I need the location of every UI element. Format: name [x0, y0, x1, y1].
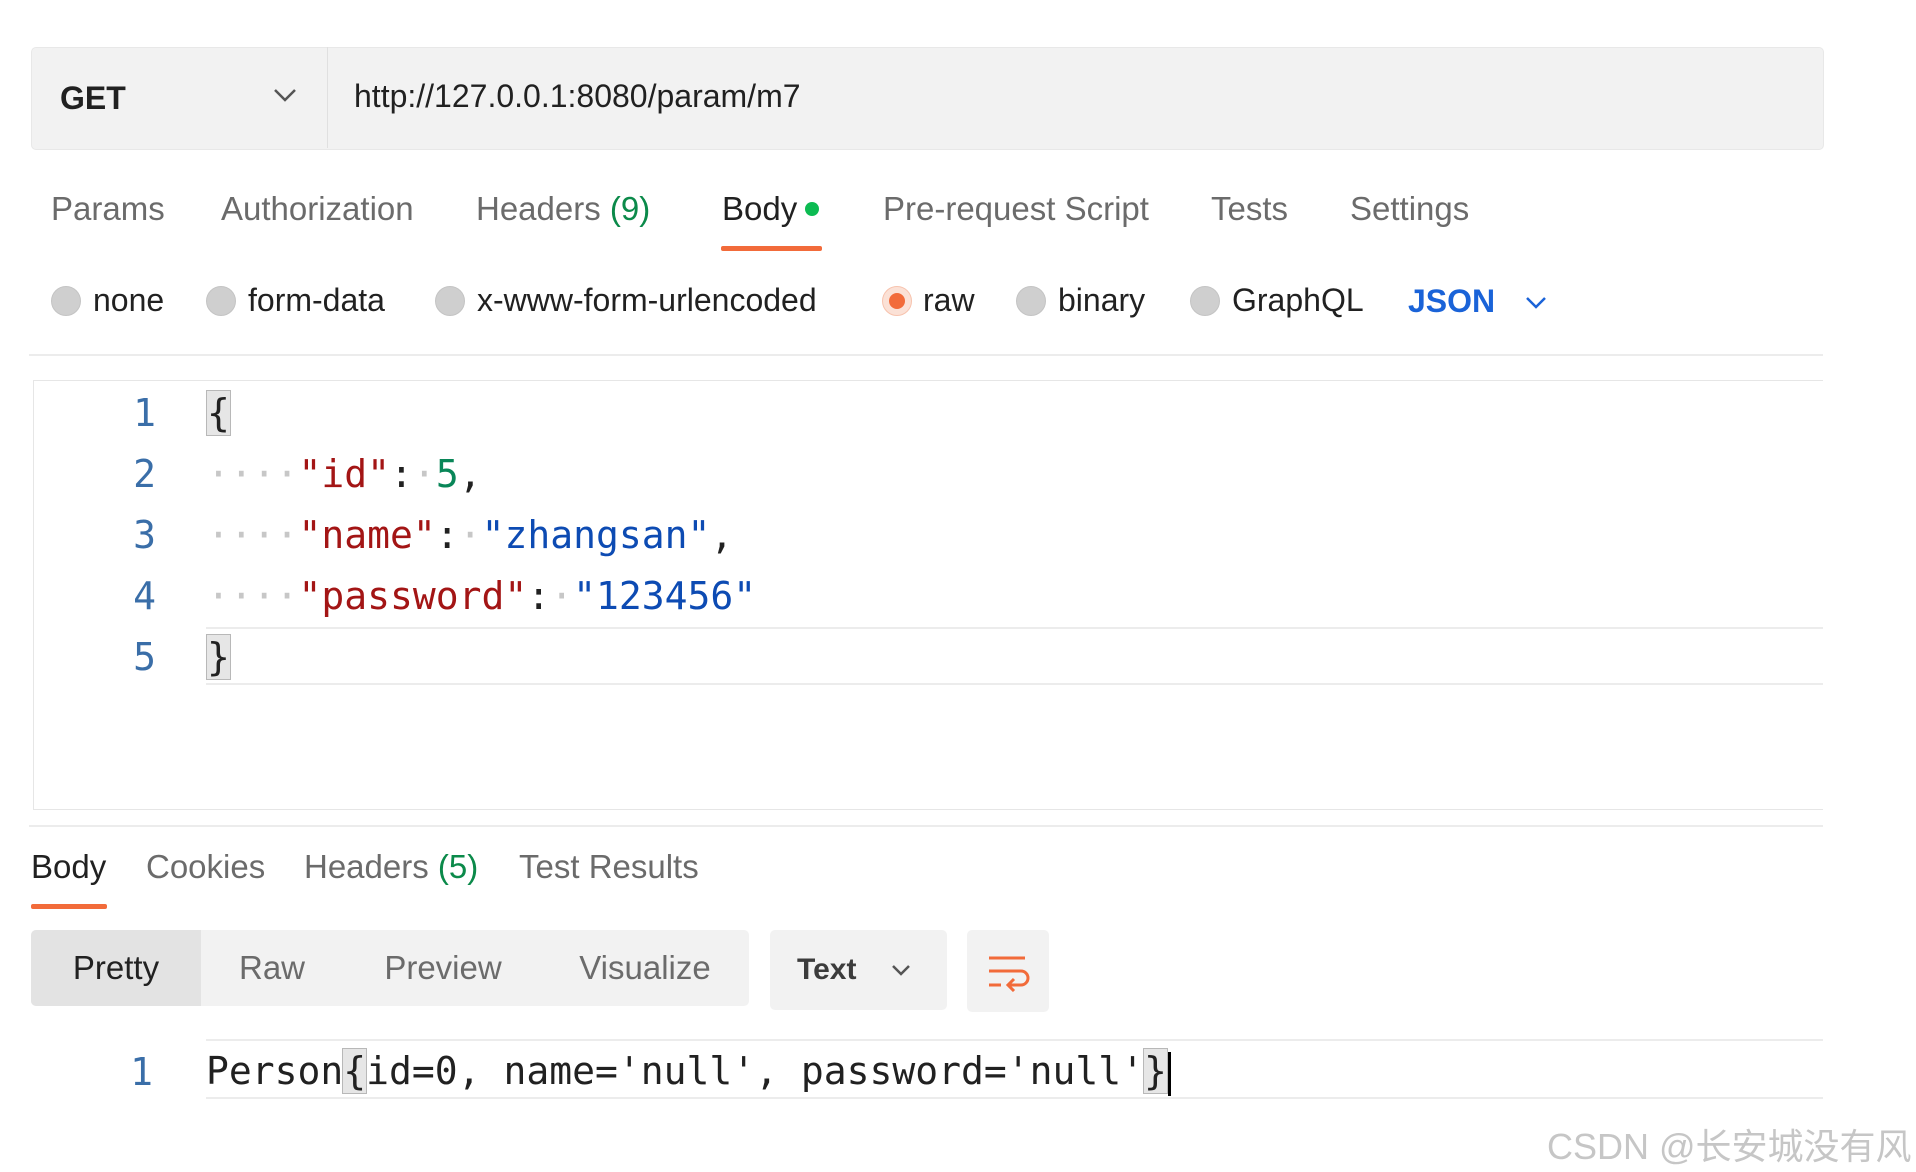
url-input[interactable]: http://127.0.0.1:8080/param/m7	[354, 78, 801, 115]
json-colon: :	[527, 574, 551, 618]
text-cursor	[1167, 1051, 1171, 1096]
tab-body-label: Body	[722, 190, 798, 227]
tab-body[interactable]: Body	[722, 190, 820, 228]
tab-headers-label: Headers	[476, 190, 601, 227]
line-number: 1	[133, 391, 156, 435]
chevron-down-icon[interactable]	[890, 963, 912, 978]
tab-authorization[interactable]: Authorization	[221, 190, 414, 228]
response-close-brace: }	[1143, 1048, 1168, 1094]
radio-graphql[interactable]	[1190, 286, 1220, 316]
line-number: 5	[133, 635, 156, 679]
method-label: GET	[60, 80, 126, 116]
response-tab-body[interactable]: Body	[31, 848, 106, 886]
json-comma: ,	[710, 513, 734, 557]
code-line: ····"name":·"zhangsan",	[207, 513, 734, 557]
indent-marker: ····	[207, 574, 299, 618]
current-line-highlight	[206, 627, 1823, 685]
code-line: }	[206, 634, 231, 680]
json-value: 5	[435, 452, 459, 496]
line-number: 3	[133, 513, 156, 557]
json-value: "zhangsan"	[481, 513, 711, 557]
response-prefix: Person	[206, 1049, 344, 1093]
radio-raw-label: raw	[923, 282, 975, 318]
tab-settings[interactable]: Settings	[1350, 190, 1469, 228]
radio-binary[interactable]	[1016, 286, 1046, 316]
code-line: ····"id":·5,	[207, 452, 482, 496]
json-value: "123456"	[573, 574, 757, 618]
radio-graphql-label: GraphQL	[1232, 282, 1364, 318]
watermark: CSDN @长安城没有风	[1547, 1126, 1912, 1167]
tab-tests[interactable]: Tests	[1211, 190, 1288, 228]
headers-count: (5)	[437, 848, 479, 885]
body-modified-dot	[805, 202, 820, 217]
indent-marker: ····	[207, 513, 299, 557]
wrap-lines-icon	[989, 956, 1030, 992]
json-key: "password"	[298, 574, 528, 618]
radio-none-label: none	[93, 282, 165, 318]
json-open-brace: {	[206, 390, 231, 436]
response-open-brace: {	[342, 1048, 368, 1094]
response-tab-headers[interactable]: Headers (5)	[304, 848, 478, 886]
response-content: id=0, name='null', password='null'	[366, 1049, 1145, 1093]
view-raw-button[interactable]: Raw	[212, 930, 332, 1006]
line-number: 2	[133, 452, 156, 496]
response-body-line[interactable]: Person{id=0, name='null', password='null…	[206, 1048, 1171, 1096]
view-visualize-button[interactable]: Visualize	[560, 930, 730, 1006]
chevron-down-icon[interactable]	[1524, 295, 1548, 311]
json-comma: ,	[458, 452, 482, 496]
headers-count: (9)	[609, 190, 651, 227]
tab-params[interactable]: Params	[51, 190, 165, 228]
radio-form-data[interactable]	[206, 286, 236, 316]
tab-headers[interactable]: Headers (9)	[476, 190, 650, 228]
radio-urlencoded[interactable]	[435, 286, 465, 316]
json-key: "id"	[298, 452, 391, 496]
response-tab-cookies[interactable]: Cookies	[146, 848, 265, 886]
view-preview-button[interactable]: Preview	[368, 930, 518, 1006]
json-close-brace: }	[206, 634, 231, 680]
indent-marker: ····	[207, 452, 299, 496]
raw-format-select[interactable]: JSON	[1408, 283, 1495, 320]
response-tab-headers-label: Headers	[304, 848, 429, 885]
radio-urlencoded-label: x-www-form-urlencoded	[477, 282, 817, 318]
radio-raw[interactable]	[882, 286, 912, 316]
json-colon: :	[390, 452, 413, 496]
radio-none[interactable]	[51, 286, 81, 316]
json-colon: :	[435, 513, 459, 557]
json-key: "name"	[298, 513, 436, 557]
code-line: ····"password":·"123456"	[207, 574, 757, 618]
response-tab-test-results[interactable]: Test Results	[519, 848, 699, 886]
divider	[29, 825, 1823, 827]
radio-binary-label: binary	[1058, 282, 1146, 318]
radio-form-data-label: form-data	[248, 282, 385, 318]
line-number: 4	[133, 574, 156, 618]
divider	[29, 354, 1823, 356]
response-line-number: 1	[130, 1050, 153, 1094]
response-format-label: Text	[797, 953, 857, 986]
active-tab-underline	[31, 904, 107, 909]
active-tab-underline	[721, 246, 822, 251]
tab-prerequest-script[interactable]: Pre-request Script	[883, 190, 1149, 228]
code-line: {	[206, 390, 231, 436]
chevron-down-icon[interactable]	[272, 86, 298, 104]
view-pretty-button[interactable]: Pretty	[31, 930, 201, 1006]
